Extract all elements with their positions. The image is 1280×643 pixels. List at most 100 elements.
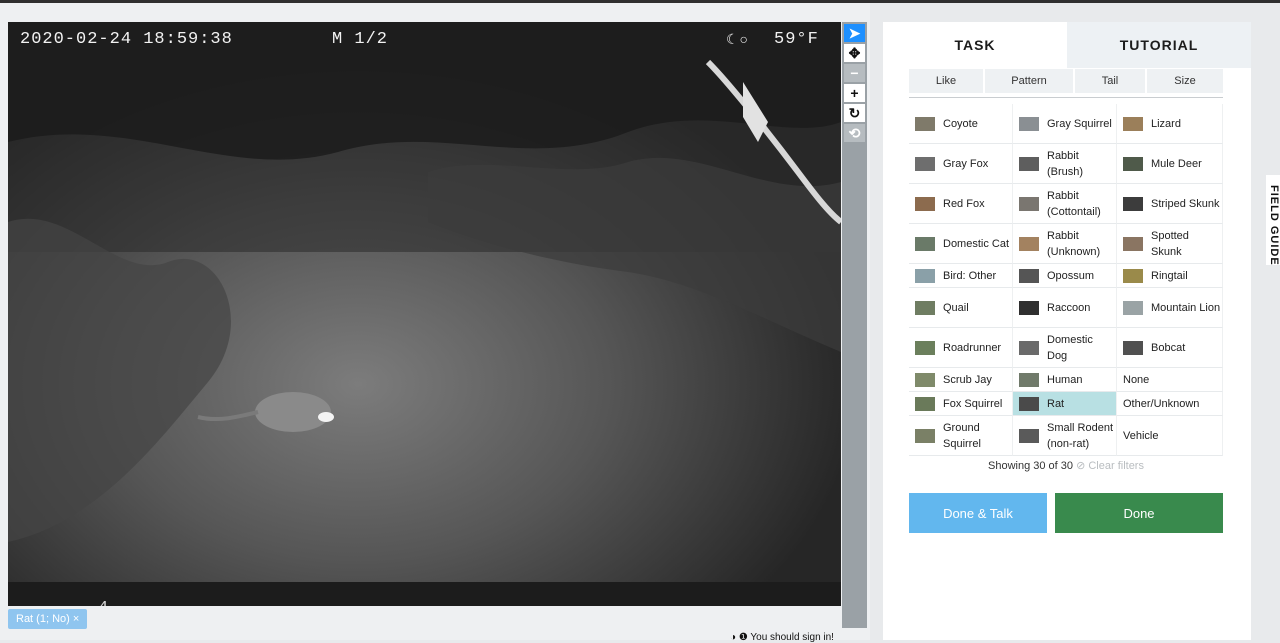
subject-tag[interactable]: Rat (1; No) × (8, 609, 88, 629)
species-thumbnail (915, 156, 935, 171)
filter-bar: Like Pattern Tail Size (909, 69, 1223, 93)
species-option[interactable]: Lizard (1117, 104, 1223, 144)
species-label: Vehicle (1123, 429, 1159, 442)
species-label: Scrub Jay (943, 373, 992, 386)
species-label: Rabbit (Unknown) (1047, 229, 1101, 258)
species-label: Fox Squirrel (943, 397, 1003, 410)
species-option[interactable]: Other/Unknown (1117, 392, 1223, 416)
species-option[interactable]: Gray Fox (909, 144, 1013, 184)
camera-temperature: 59°F (774, 30, 819, 49)
species-label: Rabbit (Cottontail) (1047, 189, 1101, 218)
species-thumbnail (915, 428, 935, 443)
species-thumbnail (915, 340, 935, 355)
species-thumbnail (915, 236, 935, 251)
species-label: Human (1047, 373, 1083, 386)
moon-phase: ☾○ (726, 33, 749, 49)
species-thumbnail (915, 396, 935, 411)
species-label: Roadrunner (943, 341, 1002, 354)
species-option[interactable]: Fox Squirrel (909, 392, 1013, 416)
species-thumbnail (1019, 268, 1039, 283)
species-option[interactable]: Rabbit (Unknown) (1013, 224, 1117, 264)
subject-viewer: 4 2020-02-24 18:59:38 M 1/2 ☾○ 59°F ➤ ✥ … (0, 3, 870, 640)
species-thumbnail (1123, 116, 1143, 131)
species-thumbnail (915, 116, 935, 131)
rotate-icon[interactable]: ↻ (844, 104, 865, 122)
species-option[interactable]: Ground Squirrel (909, 416, 1013, 456)
camera-datetime: 2020-02-24 18:59:38 (20, 30, 233, 49)
species-option[interactable]: Raccoon (1013, 288, 1117, 328)
species-thumbnail (1123, 236, 1143, 251)
zoom-out-icon[interactable]: − (844, 64, 865, 82)
species-thumbnail (1123, 340, 1143, 355)
camera-footer-text: 4 (98, 599, 108, 606)
species-option[interactable]: Spotted Skunk (1117, 224, 1223, 264)
species-option[interactable]: Human (1013, 368, 1117, 392)
species-option[interactable]: Striped Skunk (1117, 184, 1223, 224)
done-and-talk-button[interactable]: Done & Talk (909, 493, 1047, 533)
species-thumbnail (1019, 156, 1039, 171)
species-option[interactable]: Bobcat (1117, 328, 1223, 368)
species-option[interactable]: None (1117, 368, 1223, 392)
species-thumbnail (1019, 236, 1039, 251)
species-option[interactable]: Scrub Jay (909, 368, 1013, 392)
species-label: Rabbit (Brush) (1047, 149, 1084, 178)
species-option[interactable]: Vehicle (1117, 416, 1223, 456)
species-option[interactable]: Red Fox (909, 184, 1013, 224)
night-scene-photo: 4 (8, 22, 841, 606)
species-option[interactable]: Opossum (1013, 264, 1117, 288)
species-thumbnail (1123, 268, 1143, 283)
clear-filters-button[interactable]: ⊘ Clear filters (1076, 460, 1144, 472)
camera-trap-image[interactable]: 4 2020-02-24 18:59:38 M 1/2 ☾○ 59°F (8, 22, 841, 606)
field-guide-label[interactable]: FIELD GUIDE (1268, 185, 1280, 266)
species-option[interactable]: Ringtail (1117, 264, 1223, 288)
species-label: Bobcat (1151, 341, 1186, 354)
move-icon[interactable]: ✥ (844, 44, 865, 62)
species-option[interactable]: Small Rodent (non-rat) (1013, 416, 1117, 456)
species-thumbnail (915, 196, 935, 211)
species-option[interactable]: Mountain Lion (1117, 288, 1223, 328)
tab-tutorial[interactable]: TUTORIAL (1067, 22, 1251, 68)
done-button[interactable]: Done (1055, 493, 1223, 533)
species-option[interactable]: Rabbit (Cottontail) (1013, 184, 1117, 224)
filter-tail[interactable]: Tail (1075, 69, 1145, 93)
species-thumbnail (915, 372, 935, 387)
species-label: Gray Squirrel (1047, 117, 1112, 130)
camera-mode: M 1/2 (332, 30, 389, 49)
species-option[interactable]: Quail (909, 288, 1013, 328)
species-option[interactable]: Domestic Dog (1013, 328, 1117, 368)
image-toolbar: ➤ ✥ − + ↻ ⟲ (842, 22, 867, 628)
filter-size[interactable]: Size (1147, 69, 1223, 93)
filter-pattern[interactable]: Pattern (985, 69, 1073, 93)
species-option[interactable]: Gray Squirrel (1013, 104, 1117, 144)
species-option[interactable]: Bird: Other (909, 264, 1013, 288)
species-label: Domestic Cat (943, 237, 1010, 250)
species-option[interactable]: Mule Deer (1117, 144, 1223, 184)
species-option[interactable]: Coyote (909, 104, 1013, 144)
species-option[interactable]: Roadrunner (909, 328, 1013, 368)
species-label: Mountain Lion (1151, 301, 1221, 314)
tab-task[interactable]: TASK (883, 22, 1067, 68)
species-thumbnail (1123, 156, 1143, 171)
reset-icon[interactable]: ⟲ (844, 124, 865, 142)
filter-like[interactable]: Like (909, 69, 983, 93)
species-thumbnail (1019, 396, 1039, 411)
task-panel: TASK TUTORIAL Like Pattern Tail Size Coy… (883, 22, 1251, 640)
species-label: Striped Skunk (1151, 197, 1220, 210)
species-option[interactable]: Rabbit (Brush) (1013, 144, 1117, 184)
zoom-in-icon[interactable]: + (844, 84, 865, 102)
species-thumbnail (1123, 196, 1143, 211)
species-grid: Coyote Gray Squirrel Lizard Gray Fox Rabbit … (909, 104, 1223, 456)
species-label: Ringtail (1151, 269, 1188, 282)
species-label: Domestic Dog (1047, 333, 1093, 362)
species-option[interactable]: Rat (1013, 392, 1117, 416)
species-label: Mule Deer (1151, 157, 1202, 170)
species-label: None (1123, 373, 1150, 386)
panel-tabs: TASK TUTORIAL (883, 22, 1251, 68)
species-option[interactable]: Domestic Cat (909, 224, 1013, 264)
signin-notice[interactable]: ◑ ❶ You should sign in! (730, 632, 834, 643)
species-label: Opossum (1047, 269, 1095, 282)
divider (909, 97, 1223, 98)
species-label: Bird: Other (943, 269, 997, 282)
pointer-icon[interactable]: ➤ (844, 24, 865, 42)
species-thumbnail (915, 268, 935, 283)
